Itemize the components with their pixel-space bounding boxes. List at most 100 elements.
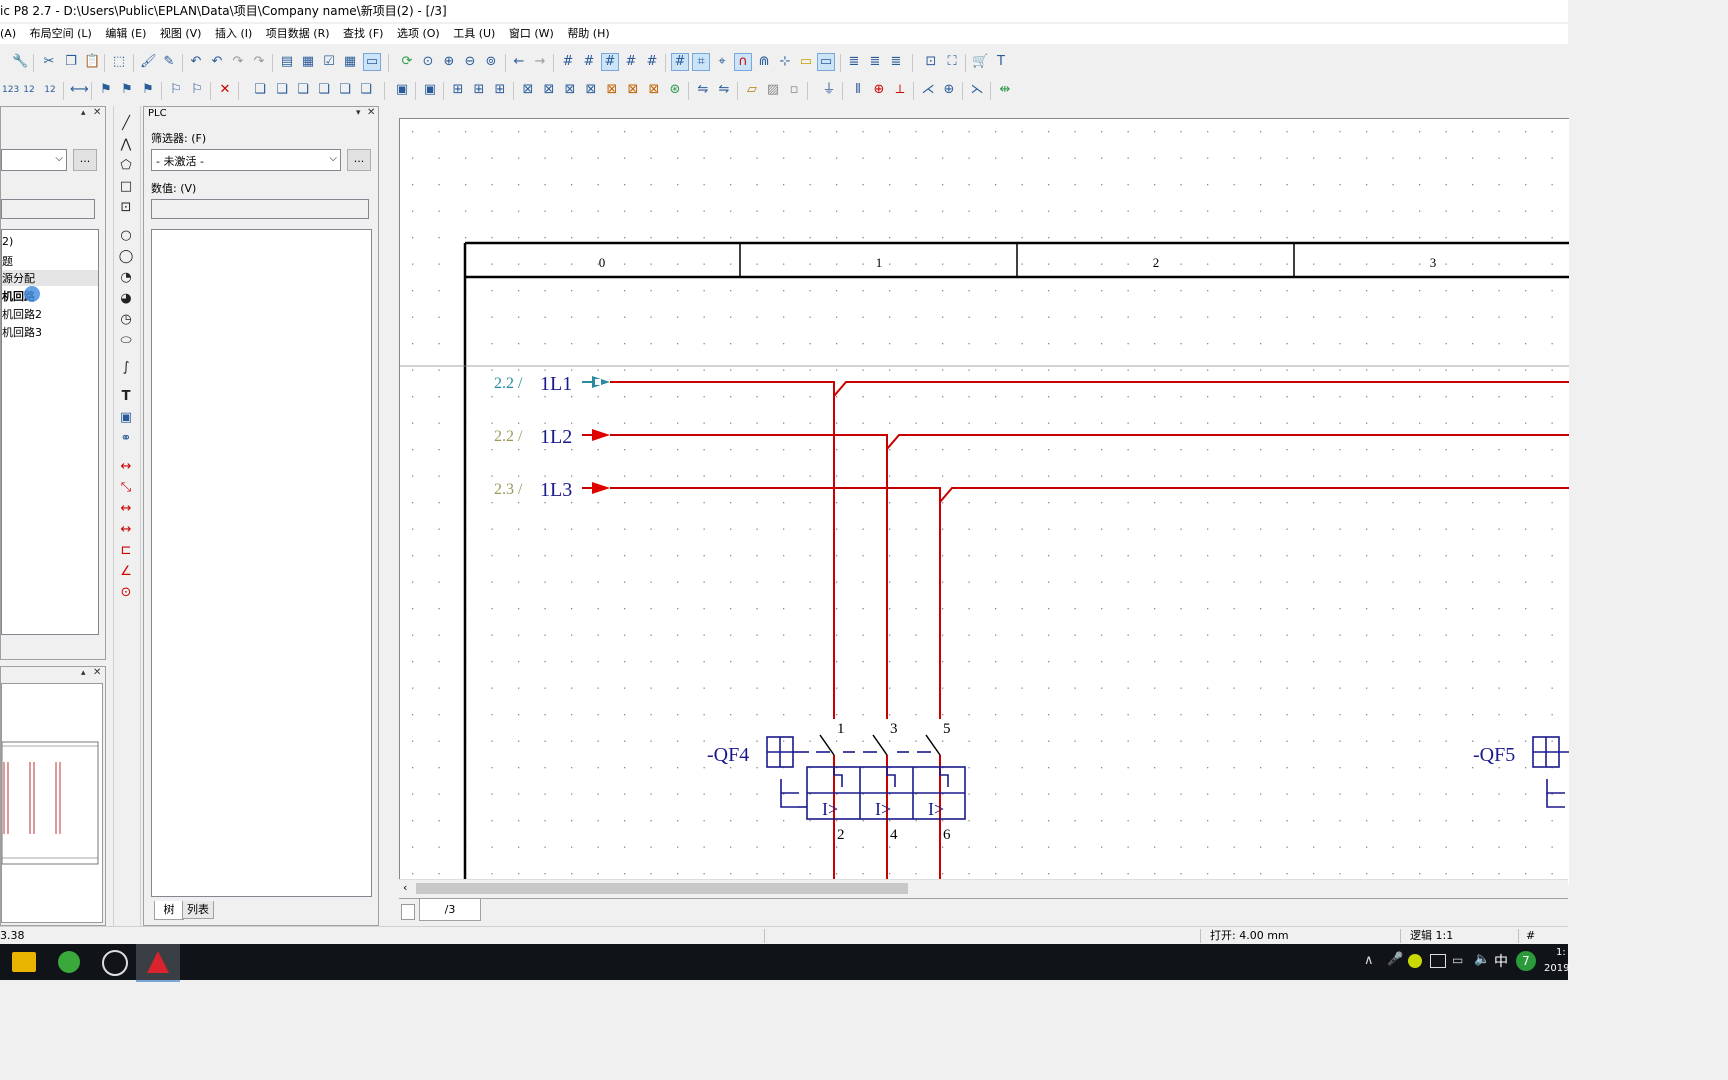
undo-list-icon[interactable]: ↶ bbox=[188, 54, 204, 70]
value-input[interactable] bbox=[1, 199, 95, 219]
hatch-a-icon[interactable]: ▱ bbox=[744, 82, 760, 98]
table-icon[interactable]: ▦ bbox=[342, 54, 358, 70]
menu-view[interactable]: 视图 (V) bbox=[160, 27, 202, 40]
zoom-100-icon[interactable]: ⊚ bbox=[483, 54, 499, 70]
plc-c-icon[interactable]: ⚑ bbox=[140, 82, 156, 98]
copy-icon[interactable]: ❐ bbox=[63, 54, 79, 70]
circle-icon[interactable]: ○ bbox=[118, 228, 134, 244]
menu-insert[interactable]: 插入 (I) bbox=[215, 27, 252, 40]
image-icon[interactable]: ▣ bbox=[118, 410, 134, 426]
numbering-c-icon[interactable]: 12 bbox=[42, 82, 58, 98]
dimension-aligned-icon[interactable]: ⤡ bbox=[118, 480, 134, 496]
plc-a-icon[interactable]: ⚑ bbox=[98, 82, 114, 98]
brush-icon[interactable]: ✎ bbox=[161, 54, 177, 70]
filter-browse-button[interactable]: ... bbox=[73, 149, 97, 171]
browser-icon[interactable] bbox=[58, 951, 80, 973]
arc-icon[interactable]: ◔ bbox=[118, 270, 134, 286]
clock-date[interactable]: 2019 bbox=[1544, 963, 1569, 974]
ime-indicator[interactable]: 中 bbox=[1494, 951, 1508, 971]
eplan-task[interactable] bbox=[136, 944, 180, 982]
grid-d-icon[interactable]: # bbox=[623, 54, 639, 70]
zoom-window-icon[interactable]: ⊙ bbox=[420, 54, 436, 70]
tag-icon[interactable]: ▭ bbox=[798, 54, 814, 70]
numbering-b-icon[interactable]: 12 bbox=[21, 82, 37, 98]
select-area-icon[interactable]: ⬚ bbox=[111, 54, 127, 70]
numbering-a-icon[interactable]: 123 bbox=[2, 82, 19, 98]
menu-window[interactable]: 窗口 (W) bbox=[509, 27, 554, 40]
bus-b-icon[interactable]: ⚐ bbox=[189, 82, 205, 98]
rectangle-center-icon[interactable]: ⊡ bbox=[118, 200, 134, 216]
scroll-left-icon[interactable]: ‹ bbox=[403, 881, 407, 894]
list-c-icon[interactable]: ≣ bbox=[888, 54, 904, 70]
placeholder-e-icon[interactable]: ⊠ bbox=[604, 82, 620, 98]
cut-icon[interactable]: ✂ bbox=[41, 54, 57, 70]
arc-3p-icon[interactable]: ◕ bbox=[118, 291, 134, 307]
schematic-canvas[interactable]: 0 1 2 3 2.2 / 1L1 2.2 / 1L2 2.3 / 1L3 -Q… bbox=[399, 118, 1569, 885]
terminal-strip-icon[interactable]: ▣ bbox=[394, 82, 410, 98]
tab-list[interactable]: 列表 bbox=[182, 901, 214, 919]
dimension-increment-icon[interactable]: ↔ bbox=[118, 522, 134, 538]
delete-plc-icon[interactable]: ✕ bbox=[217, 82, 233, 98]
line-icon[interactable]: ╱ bbox=[118, 116, 134, 132]
placeholder-h-icon[interactable]: ⊛ bbox=[667, 82, 683, 98]
panel-close-icon[interactable]: ✕ bbox=[93, 107, 101, 118]
dimension-base-icon[interactable]: ⊏ bbox=[118, 543, 134, 559]
fit-icon[interactable]: ⛶ bbox=[944, 54, 960, 70]
ellipse-icon[interactable]: ⬭ bbox=[118, 333, 134, 349]
obs-icon[interactable] bbox=[102, 950, 128, 976]
busbar-a-icon[interactable]: ⫴ bbox=[850, 82, 866, 98]
grid-show-icon[interactable]: # bbox=[671, 53, 689, 71]
macro-a-icon[interactable]: ⊞ bbox=[450, 82, 466, 98]
tray-expand-icon[interactable]: ∧ bbox=[1364, 953, 1374, 968]
graphical-preview-icon[interactable]: ▦ bbox=[300, 54, 316, 70]
placeholder-d-icon[interactable]: ⊠ bbox=[583, 82, 599, 98]
hyperlink-icon[interactable]: ⚭ bbox=[118, 431, 134, 447]
text-icon[interactable]: T bbox=[118, 389, 134, 405]
intersection-icon[interactable]: ⋒ bbox=[756, 54, 772, 70]
hatch-b-icon[interactable]: ▨ bbox=[765, 82, 781, 98]
check-icon[interactable]: ☑ bbox=[321, 54, 337, 70]
placeholder-g-icon[interactable]: ⊠ bbox=[646, 82, 662, 98]
tree-item[interactable]: 机回路3 bbox=[2, 324, 42, 340]
spline-icon[interactable]: ∫ bbox=[118, 360, 134, 376]
dimension-chain-icon[interactable]: ↔ bbox=[118, 501, 134, 517]
angle-c-icon[interactable]: ⋋ bbox=[969, 82, 985, 98]
node-icon[interactable]: ⊡ bbox=[923, 54, 939, 70]
snap-grid-icon[interactable]: ⌗ bbox=[692, 53, 710, 71]
file-explorer-icon[interactable] bbox=[12, 952, 36, 972]
tree-item[interactable]: 2) bbox=[2, 235, 13, 248]
cable-e-icon[interactable]: ❏ bbox=[337, 82, 353, 98]
grid-b-icon[interactable]: # bbox=[581, 54, 597, 70]
list-b-icon[interactable]: ≣ bbox=[867, 54, 883, 70]
segment-b-icon[interactable]: ⇋ bbox=[716, 82, 732, 98]
menu-project-data[interactable]: 项目数据 (R) bbox=[266, 27, 330, 40]
coordinate-icon[interactable]: ⊹ bbox=[777, 54, 793, 70]
panel-pin-icon[interactable]: ▴ bbox=[81, 108, 86, 118]
macro-c-icon[interactable]: ⊞ bbox=[492, 82, 508, 98]
page-tab[interactable]: /3 bbox=[419, 899, 481, 921]
page-navigator-icon[interactable]: ▤ bbox=[279, 54, 295, 70]
clock-time[interactable]: 1: bbox=[1556, 947, 1566, 958]
angle-b-icon[interactable]: ⊕ bbox=[941, 82, 957, 98]
magnet-icon[interactable]: ∩ bbox=[734, 53, 752, 71]
connection-icon[interactable]: ⟷ bbox=[70, 82, 89, 98]
panel-close-icon[interactable]: ✕ bbox=[93, 667, 101, 678]
sector-icon[interactable]: ◷ bbox=[118, 312, 134, 328]
plc-b-icon[interactable]: ⚑ bbox=[119, 82, 135, 98]
menu-find[interactable]: 查找 (F) bbox=[343, 27, 383, 40]
grid-a-icon[interactable]: # bbox=[560, 54, 576, 70]
tree-item[interactable]: 机回路2 bbox=[2, 306, 42, 322]
cable-d-icon[interactable]: ❏ bbox=[316, 82, 332, 98]
circle-3p-icon[interactable]: ◯ bbox=[118, 249, 134, 265]
menu-layout-space[interactable]: 布局空间 (L) bbox=[30, 27, 92, 40]
busbar-c-icon[interactable]: ⟂ bbox=[892, 82, 908, 98]
dimension-angle-icon[interactable]: ∠ bbox=[118, 564, 134, 580]
object-snap-icon[interactable]: ⌖ bbox=[714, 54, 730, 70]
microphone-icon[interactable]: 🎤 bbox=[1387, 952, 1403, 967]
input-box-icon[interactable]: ▭ bbox=[817, 53, 835, 71]
horizontal-scrollbar[interactable]: ‹ bbox=[399, 879, 1568, 896]
scrollbar-thumb[interactable] bbox=[416, 883, 908, 894]
bus-a-icon[interactable]: ⚐ bbox=[168, 82, 184, 98]
menu-item[interactable]: (A) bbox=[0, 27, 16, 40]
polyline-icon[interactable]: ⋀ bbox=[118, 137, 134, 153]
